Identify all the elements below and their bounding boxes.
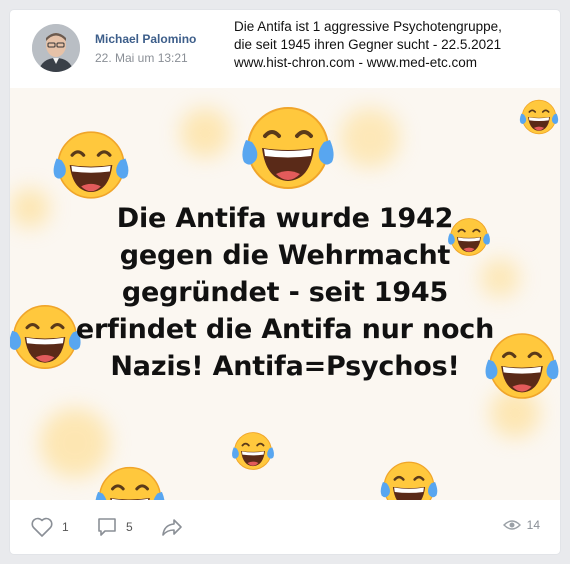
comment-icon — [98, 518, 116, 536]
face-with-tears-of-joy-icon — [50, 124, 132, 206]
meme-caption: Die Antifa wurde 1942 gegen die Wehrmach… — [15, 200, 555, 385]
eye-icon — [502, 520, 521, 530]
comment-count: 5 — [126, 520, 133, 534]
post-actions: 1 5 14 — [10, 500, 560, 554]
blurred-emoji — [180, 108, 230, 158]
face-with-tears-of-joy-icon — [518, 96, 560, 138]
post-card: Michael Palomino 22. Mai um 13:21 Die An… — [10, 10, 560, 554]
author-name[interactable]: Michael Palomino — [95, 32, 196, 46]
blurred-emoji — [340, 108, 400, 168]
heart-icon — [31, 517, 53, 537]
meme-caption-line: erfindet die Antifa nur noch — [75, 314, 495, 345]
like-count: 1 — [62, 520, 69, 534]
comment-button[interactable]: 5 — [96, 516, 133, 538]
post-timestamp[interactable]: 22. Mai um 13:21 — [95, 51, 188, 65]
post-text-line: www.hist-chron.com - www.med-etc.com — [234, 55, 478, 70]
like-button[interactable]: 1 — [30, 516, 69, 538]
post-image[interactable]: Die Antifa wurde 1942 gegen die Wehrmach… — [10, 88, 560, 500]
post-header: Michael Palomino 22. Mai um 13:21 Die An… — [10, 10, 560, 88]
view-count: 14 — [526, 518, 540, 532]
view-counter: 14 — [502, 518, 540, 532]
share-button[interactable] — [160, 516, 184, 538]
face-with-tears-of-joy-icon — [378, 456, 440, 500]
meme-caption-line: gegründet - seit 1945 — [121, 277, 449, 308]
post-text: Die Antifa ist 1 aggressive Psychotengru… — [234, 18, 554, 72]
meme-caption-line: gegen die Wehrmacht — [119, 240, 451, 271]
face-with-tears-of-joy-icon — [230, 428, 276, 474]
share-icon — [162, 519, 182, 536]
post-text-line: Die Antifa ist 1 aggressive Psychotengru… — [234, 19, 502, 34]
face-with-tears-of-joy-icon — [92, 460, 168, 500]
avatar[interactable] — [32, 24, 80, 72]
post-text-line: die seit 1945 ihren Gegner sucht - 22.5.… — [234, 37, 502, 52]
meme-caption-line: Die Antifa wurde 1942 — [116, 203, 454, 234]
avatar-photo — [32, 24, 80, 72]
meme-caption-line: Nazis! Antifa=Psychos! — [110, 351, 460, 382]
face-with-tears-of-joy-icon — [238, 98, 338, 198]
